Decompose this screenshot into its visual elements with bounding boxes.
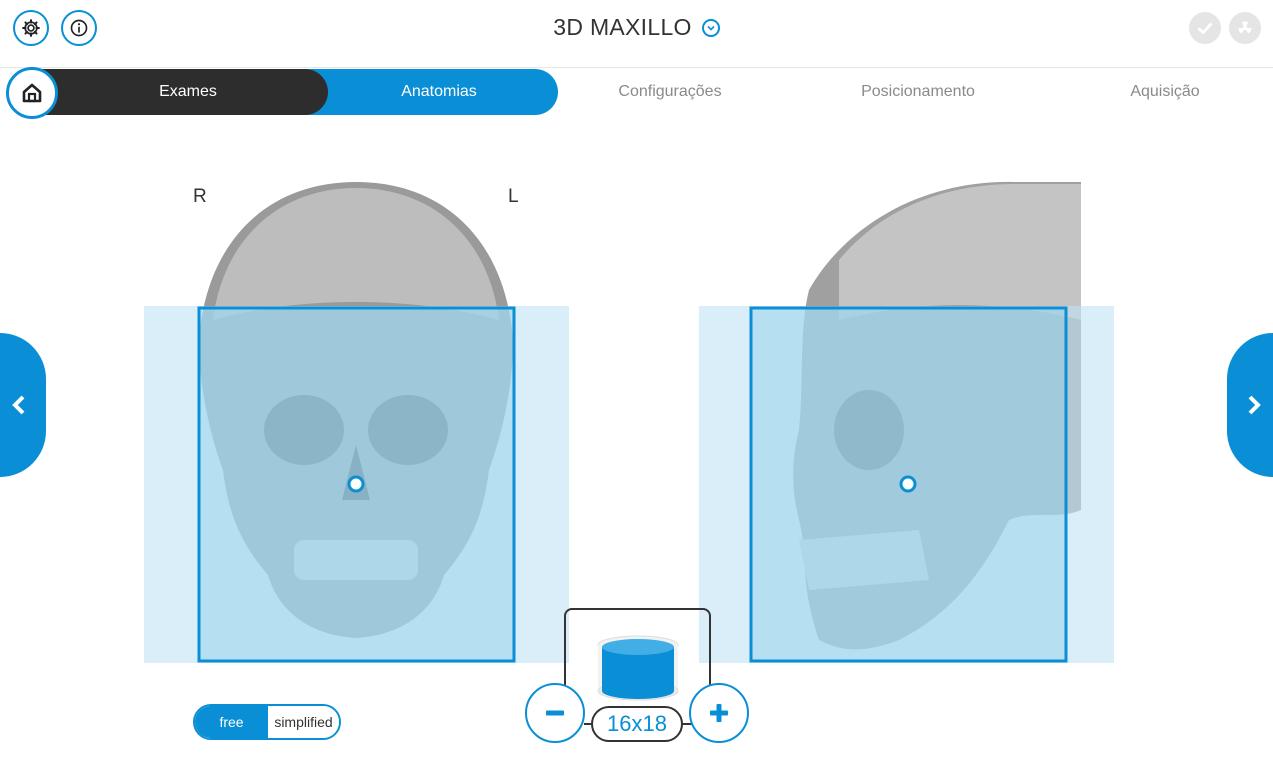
tab-anatomias-label: Anatomias <box>401 83 477 100</box>
app-title-dropdown[interactable]: 3D MAXILLO <box>553 14 720 41</box>
center-handle-lateral[interactable] <box>899 475 917 493</box>
home-icon <box>22 83 42 103</box>
tab-configuracoes-label: Configurações <box>618 83 722 100</box>
fov-size-value: 16x18 <box>591 706 683 742</box>
decrease-fov-button[interactable] <box>525 683 585 743</box>
tab-posicionamento[interactable]: Posicionamento <box>808 69 1028 115</box>
chevron-down-icon <box>701 18 720 37</box>
previous-button[interactable] <box>0 333 46 477</box>
tab-exames-label: Exames <box>159 83 217 100</box>
fov-size-panel <box>564 608 711 701</box>
center-handle-frontal[interactable] <box>347 475 365 493</box>
plus-icon <box>710 704 728 722</box>
frontal-view <box>144 182 569 663</box>
mode-toggle[interactable]: free simplified <box>193 704 341 740</box>
tab-configuracoes[interactable]: Configurações <box>560 69 780 115</box>
next-button[interactable] <box>1227 333 1273 477</box>
chevron-right-icon <box>1248 395 1261 415</box>
minus-icon <box>546 710 564 716</box>
home-button[interactable] <box>6 67 58 119</box>
mode-simplified-option[interactable]: simplified <box>268 706 339 738</box>
lateral-view <box>699 181 1114 663</box>
tab-exames[interactable]: Exames <box>28 69 328 115</box>
cylinder-icon <box>597 635 679 701</box>
tab-aquisicao[interactable]: Aquisição <box>1080 69 1250 115</box>
chevron-left-icon <box>12 395 25 415</box>
header-divider <box>0 67 1273 68</box>
tab-posicionamento-label: Posicionamento <box>861 83 975 100</box>
mode-free-option[interactable]: free <box>195 706 268 738</box>
increase-fov-button[interactable] <box>689 683 749 743</box>
tab-aquisicao-label: Aquisição <box>1130 83 1200 100</box>
check-icon <box>1189 12 1221 44</box>
app-title: 3D MAXILLO <box>553 14 692 40</box>
radiation-icon <box>1229 12 1261 44</box>
